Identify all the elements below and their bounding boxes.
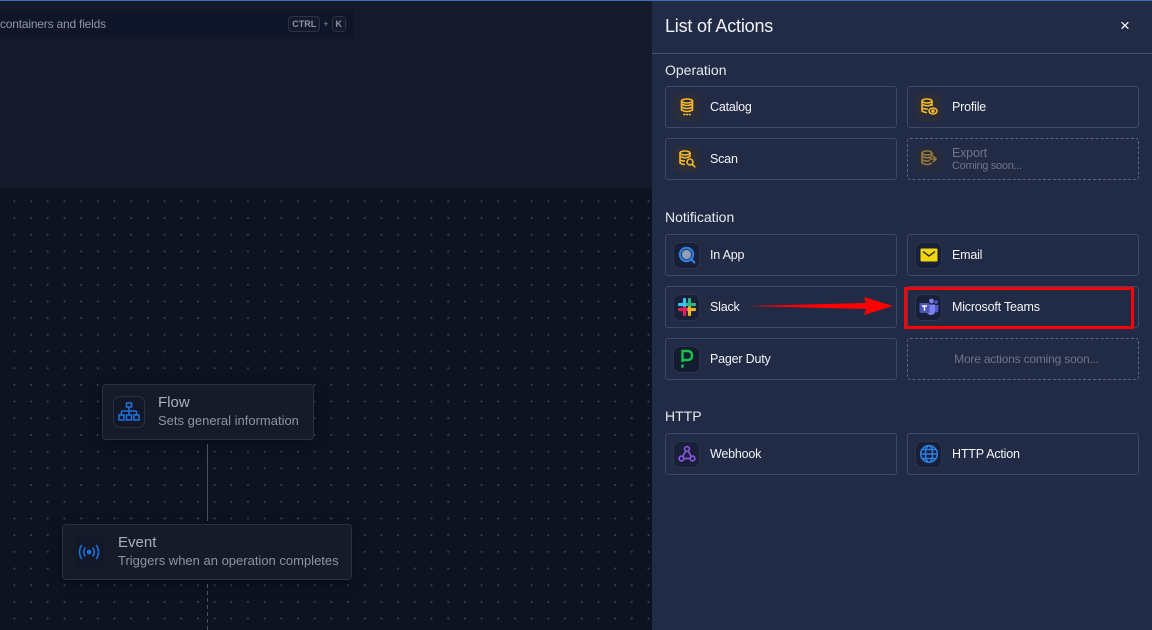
event-node-subtitle: Triggers when an operation completes	[118, 553, 339, 568]
section-title-operation: Operation	[665, 62, 727, 78]
search-input[interactable]: containers and fields CTRL + K	[0, 9, 355, 39]
shortcut-key-ctrl: CTRL	[288, 16, 321, 32]
action-export-disabled: Export Coming soon...	[907, 138, 1139, 180]
action-label: HTTP Action	[952, 447, 1020, 461]
database-eye-icon	[915, 93, 942, 121]
more-actions-label: More actions coming soon...	[954, 352, 1099, 366]
action-scan[interactable]: Scan	[665, 138, 897, 180]
flow-canvas[interactable]: containers and fields CTRL + K Flow Sets…	[0, 0, 652, 630]
flow-node[interactable]: Flow Sets general information	[102, 384, 314, 440]
action-microsoft-teams[interactable]: Microsoft Teams	[907, 286, 1139, 328]
actions-panel: List of Actions × Operation Catalog Prof…	[652, 0, 1152, 630]
action-label: Webhook	[710, 447, 762, 461]
event-node[interactable]: Event Triggers when an operation complet…	[62, 524, 352, 580]
event-connector-dashed	[207, 584, 208, 630]
teams-icon	[915, 293, 942, 321]
flow-node-subtitle: Sets general information	[158, 413, 299, 428]
action-label: Catalog	[710, 100, 752, 114]
section-title-notification: Notification	[665, 209, 735, 225]
section-title-http: HTTP	[665, 408, 702, 424]
coming-soon-label: Coming soon...	[952, 159, 1022, 172]
broadcast-icon	[73, 536, 105, 568]
action-label: Email	[952, 248, 983, 262]
action-catalog[interactable]: Catalog	[665, 86, 897, 128]
database-export-icon	[915, 145, 942, 173]
slack-icon	[673, 293, 700, 321]
action-in-app[interactable]: In App	[665, 234, 897, 276]
globe-icon	[915, 440, 942, 468]
flow-node-title: Flow	[158, 394, 190, 411]
panel-header: List of Actions ×	[652, 0, 1152, 54]
window-top-border	[0, 0, 1152, 1]
shortcut-plus: +	[323, 19, 329, 29]
action-webhook[interactable]: Webhook	[665, 433, 897, 475]
database-search-icon	[673, 145, 700, 173]
sitemap-icon	[113, 396, 145, 428]
action-label: In App	[710, 248, 745, 262]
canvas-header: containers and fields CTRL + K	[0, 0, 652, 188]
event-node-title: Event	[118, 534, 157, 551]
action-label: Profile	[952, 100, 987, 114]
in-app-icon	[673, 241, 700, 269]
action-label: Export	[952, 145, 987, 160]
panel-title: List of Actions	[665, 16, 774, 36]
more-actions-placeholder: More actions coming soon...	[907, 338, 1139, 380]
action-http[interactable]: HTTP Action	[907, 433, 1139, 475]
webhook-icon	[673, 440, 700, 468]
search-shortcut: CTRL + K	[288, 16, 346, 32]
pagerduty-icon	[673, 345, 700, 373]
action-pager-duty[interactable]: Pager Duty	[665, 338, 897, 380]
flow-connector	[207, 444, 208, 521]
action-label: Scan	[710, 152, 738, 166]
database-icon	[673, 93, 700, 121]
search-placeholder: containers and fields	[0, 17, 106, 31]
shortcut-key-k: K	[331, 16, 346, 32]
action-label: Pager Duty	[710, 352, 771, 366]
action-profile[interactable]: Profile	[907, 86, 1139, 128]
action-label: Microsoft Teams	[952, 300, 1040, 314]
close-icon[interactable]: ×	[1118, 17, 1132, 35]
action-slack[interactable]: Slack	[665, 286, 897, 328]
email-icon	[915, 241, 942, 269]
action-label: Slack	[710, 300, 740, 314]
action-email[interactable]: Email	[907, 234, 1139, 276]
